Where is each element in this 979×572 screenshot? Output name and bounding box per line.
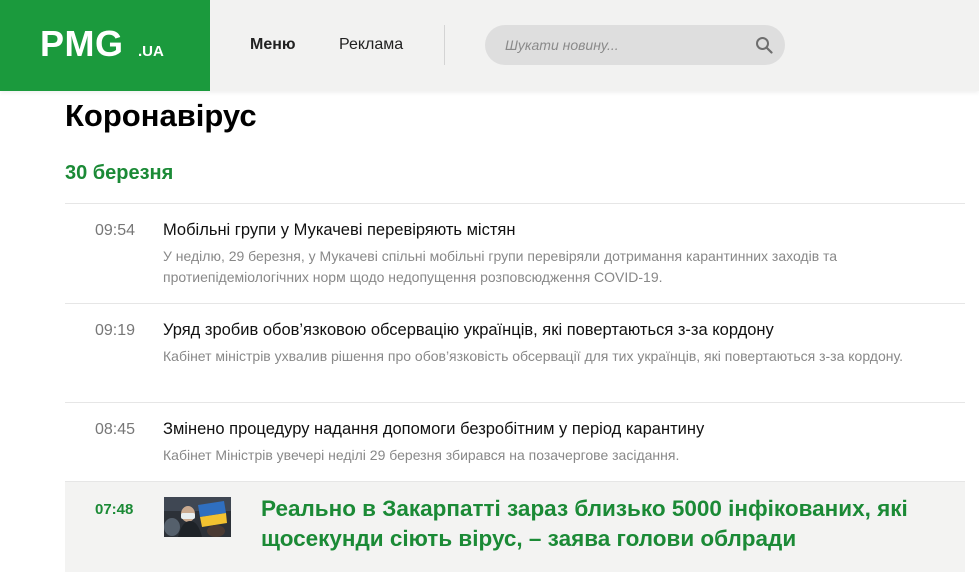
news-title[interactable]: Уряд зробив обов’язковою обсервацію укра… [163, 320, 774, 340]
news-lead: У неділю, 29 березня, у Мукачеві спільні… [163, 248, 838, 285]
nav-ads-link[interactable]: Реклама [339, 35, 403, 55]
news-lead: Кабінет Міністрів увечері неділі 29 бере… [163, 447, 680, 463]
nav-menu-link[interactable]: Меню [250, 35, 296, 55]
site-logo[interactable]: PMG .UA [0, 0, 210, 91]
news-thumbnail[interactable] [164, 497, 231, 537]
news-time: 07:48 [95, 501, 134, 518]
news-title[interactable]: Мобільні групи у Мукачеві перевіряють мі… [163, 220, 515, 240]
news-title[interactable]: Змінено процедуру надання допомоги безро… [163, 419, 704, 439]
news-time: 08:45 [95, 421, 136, 438]
news-time: 09:54 [95, 222, 136, 239]
search-icon[interactable] [755, 36, 773, 54]
page-title: Коронавірус [65, 98, 257, 133]
news-time: 09:19 [95, 322, 136, 339]
news-item[interactable]: 09:19 Уряд зробив обов’язковою обсерваці… [65, 303, 965, 402]
news-list: 09:54 Мобільні групи у Мукачеві перевіря… [65, 203, 965, 572]
news-item[interactable]: 08:45 Змінено процедуру надання допомоги… [65, 402, 965, 481]
search-bar [485, 25, 785, 65]
featured-news-title[interactable]: Реально в Закарпатті зараз близько 5000 … [261, 494, 961, 554]
featured-news-item[interactable]: 07:48 Реально в Закарпатті зараз близько… [65, 481, 965, 572]
logo-text: PMG [40, 23, 124, 64]
logo-domain: .UA [138, 43, 164, 60]
site-header: PMG .UA Меню Реклама [0, 0, 979, 91]
news-lead: Кабінет міністрів ухвалив рішення про об… [163, 348, 903, 364]
nav-divider [444, 25, 445, 65]
thumbnail-photo [164, 497, 231, 537]
search-input[interactable] [505, 35, 745, 55]
news-item[interactable]: 09:54 Мобільні групи у Мукачеві перевіря… [65, 203, 965, 303]
date-heading: 30 березня [65, 162, 174, 184]
